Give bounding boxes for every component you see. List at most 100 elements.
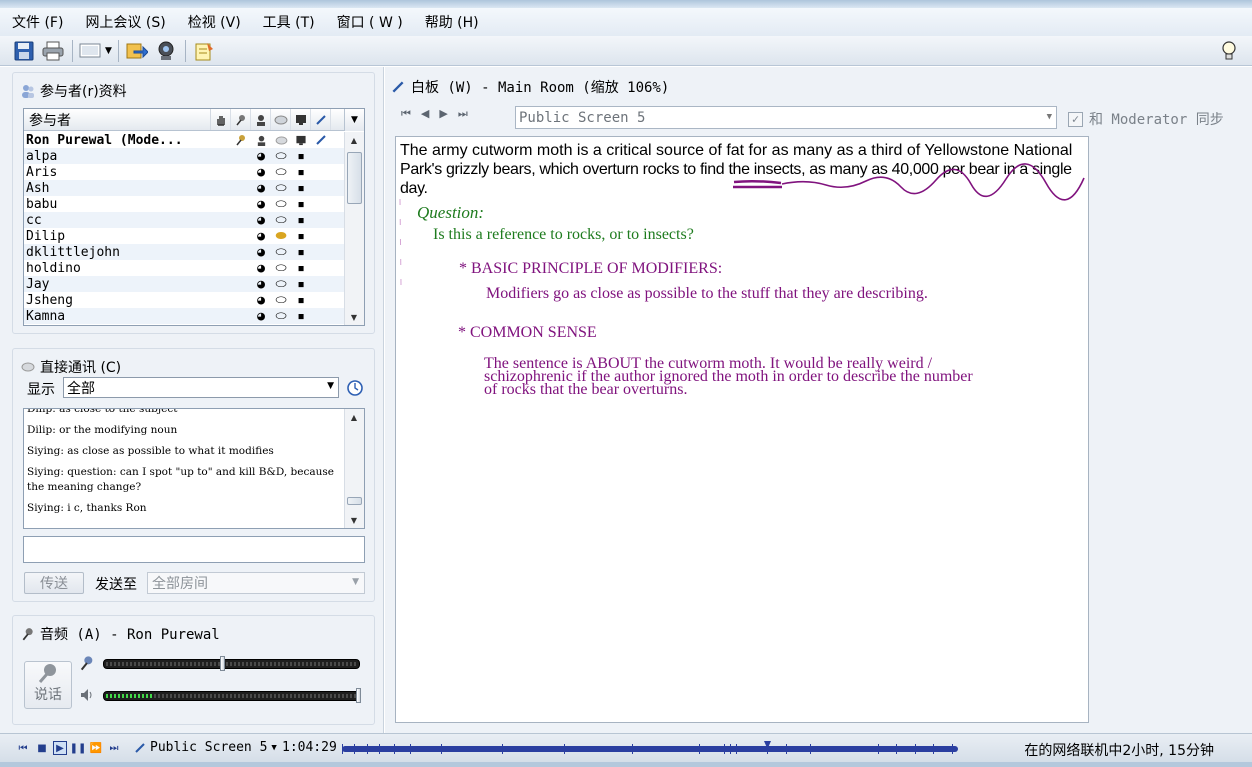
menu-window[interactable]: 窗口 ( W )	[333, 10, 407, 34]
sync-with-moderator[interactable]: ✓ 和 Moderator 同步	[1068, 109, 1224, 129]
participant-row[interactable]: Kamna ◕ ⬭ ▪	[24, 308, 346, 324]
menu-view[interactable]: 检视 (V)	[184, 10, 245, 34]
chat-message: Siying: i c, thanks Ron	[27, 502, 147, 514]
scroll-down-arrow[interactable]: ▼	[345, 512, 363, 528]
pause-icon[interactable]: ❚❚	[70, 741, 87, 755]
participant-name: Jsheng	[26, 292, 73, 308]
microphone-icon[interactable]	[231, 109, 251, 130]
menu-online-meeting[interactable]: 网上会议 (S)	[81, 10, 169, 34]
previous-screen-icon[interactable]: ◀	[421, 107, 429, 121]
playback-timeline[interactable]	[342, 741, 958, 754]
skip-to-start-icon[interactable]: ⏮	[16, 741, 30, 755]
send-to-select[interactable]: 全部房间 ▼	[147, 572, 365, 594]
talk-button[interactable]: 说话	[24, 661, 72, 709]
notes-icon[interactable]	[192, 39, 216, 63]
scroll-thumb[interactable]	[347, 497, 362, 505]
screen-layout-dropdown[interactable]: ▼	[79, 42, 112, 60]
window-top-edge	[0, 0, 1252, 8]
clock-icon[interactable]	[346, 379, 364, 397]
whiteboard-canvas[interactable]: The army cutworm moth is a critical sour…	[395, 136, 1089, 723]
participant-row[interactable]: Ash ◕ ⬭ ▪	[24, 180, 346, 196]
participant-row[interactable]: alpa ◕ ⬭ ▪	[24, 148, 346, 164]
save-icon[interactable]	[12, 39, 36, 63]
screen-select[interactable]: Public Screen 5 ▼	[515, 106, 1057, 129]
stop-icon[interactable]: ■	[35, 741, 49, 755]
send-to-value: 全部房间	[152, 576, 208, 592]
microphone-slider-thumb[interactable]	[219, 656, 225, 671]
columns-dropdown-button[interactable]: ▼	[344, 109, 364, 131]
pencil-icon[interactable]	[311, 109, 331, 130]
webcam-user-icon[interactable]	[251, 109, 271, 130]
participants-scrollbar[interactable]: ▲ ▼	[344, 132, 364, 325]
participant-row[interactable]: babu ◕ ⬭ ▪	[24, 196, 346, 212]
participant-row[interactable]: Dilip ◕ ⬬ ▪	[24, 228, 346, 244]
chat-bubble-icon: ⬭	[275, 292, 287, 308]
microphone-icon	[231, 134, 251, 146]
scroll-up-arrow[interactable]: ▲	[345, 132, 363, 148]
timeline-mark	[379, 744, 380, 754]
send-button[interactable]: 传送	[24, 572, 84, 594]
timeline-mark	[632, 744, 633, 754]
webcam-icon[interactable]	[154, 39, 178, 63]
participant-row[interactable]: holdino ◕ ⬭ ▪	[24, 260, 346, 276]
scroll-down-arrow[interactable]: ▼	[345, 309, 363, 325]
print-icon[interactable]	[41, 39, 65, 63]
question-text: Is this a reference to rocks, or to inse…	[433, 226, 694, 243]
participant-row[interactable]: Jay ◕ ⬭ ▪	[24, 276, 346, 292]
webcam-user-icon: ◕	[257, 180, 265, 196]
speaker-level-fill	[106, 694, 152, 698]
speaker-slider-thumb[interactable]	[356, 688, 361, 703]
show-filter-select[interactable]: 全部 ▼	[63, 377, 339, 398]
audio-title: 音频 (A) - Ron Purewal	[21, 624, 220, 644]
microphone-volume-slider[interactable]	[103, 659, 360, 669]
monitor-icon: ▪	[297, 164, 305, 180]
participant-name: cc	[26, 212, 42, 228]
participant-name: Ron Purewal (Mode...	[26, 132, 183, 148]
lightbulb-icon[interactable]	[1218, 39, 1240, 63]
share-icon[interactable]	[125, 39, 149, 63]
next-screen-icon[interactable]: ▶	[439, 107, 447, 121]
timeline-mark	[952, 744, 953, 754]
playback-screen-label: Public Screen 5	[150, 740, 268, 755]
participant-row[interactable]: Ron Purewal (Mode...	[24, 132, 346, 148]
menu-file[interactable]: 文件 (F)	[8, 10, 67, 34]
pencil-icon	[135, 742, 145, 753]
toolbar-separator	[72, 39, 73, 62]
chat-scrollbar[interactable]: ▲ ▼	[344, 409, 364, 528]
chat-input[interactable]	[23, 536, 365, 563]
fast-forward-icon[interactable]: ⏩	[89, 741, 103, 755]
screen-select-value: Public Screen 5	[519, 109, 646, 126]
chat-bubble-icon[interactable]	[271, 109, 291, 130]
scroll-up-arrow[interactable]: ▲	[345, 409, 363, 425]
last-screen-icon[interactable]: ⏭	[458, 107, 468, 121]
chat-bubble-icon: ⬭	[275, 196, 287, 212]
chevron-down-icon: ▼	[327, 381, 334, 391]
play-icon[interactable]: ▶	[53, 741, 67, 755]
sync-checkbox[interactable]: ✓	[1068, 111, 1083, 127]
participant-row[interactable]: dklittlejohn ◕ ⬭ ▪	[24, 244, 346, 260]
webcam-user-icon: ◕	[257, 260, 265, 276]
first-screen-icon[interactable]: ⏮	[401, 107, 411, 121]
send-to-label: 发送至	[95, 577, 137, 593]
participants-title-label: 参与者(r)资料	[40, 84, 127, 100]
connection-status: 在的网络联机中2小时, 15分钟	[1024, 743, 1214, 759]
playback-screen-select[interactable]: Public Screen 5 ▼	[134, 740, 277, 755]
participant-row[interactable]: Aris ◕ ⬭ ▪	[24, 164, 346, 180]
monitor-icon[interactable]	[291, 109, 311, 130]
raise-hand-icon[interactable]	[211, 109, 231, 130]
column-participant[interactable]: 参与者	[24, 109, 211, 130]
chat-bubble-icon: ⬭	[275, 164, 287, 180]
monitor-icon: ▪	[297, 308, 305, 324]
webcam-user-icon: ◕	[257, 148, 265, 164]
participant-row[interactable]: Jsheng ◕ ⬭ ▪	[24, 292, 346, 308]
chat-panel: 直接通讯 (C) 显示 全部 ▼ Dilip: as close to the …	[12, 348, 375, 602]
skip-to-end-icon[interactable]: ⏭	[107, 741, 121, 755]
webcam-user-icon: ◕	[257, 276, 265, 292]
webcam-user-icon: ◕	[257, 292, 265, 308]
scroll-thumb[interactable]	[347, 152, 362, 204]
participant-name: babu	[26, 196, 58, 212]
participant-row[interactable]: cc ◕ ⬭ ▪	[24, 212, 346, 228]
menu-help[interactable]: 帮助 (H)	[421, 10, 483, 34]
timeline-mark	[730, 744, 731, 754]
menu-tools[interactable]: 工具 (T)	[259, 10, 319, 34]
